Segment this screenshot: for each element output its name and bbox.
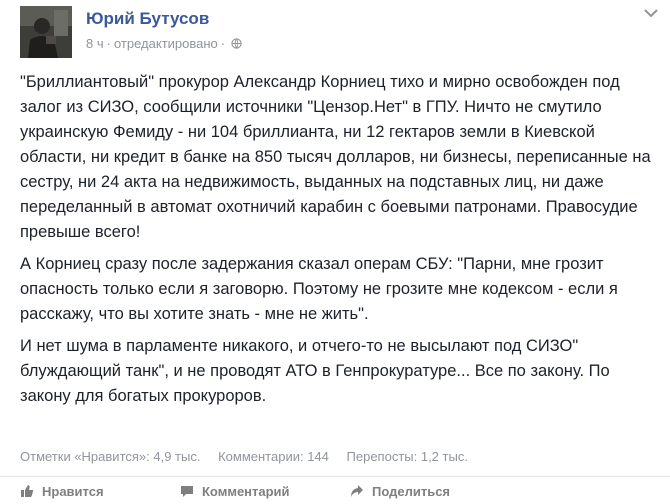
comments-count-link[interactable]: Комментарии: 144: [218, 449, 329, 464]
comment-button-label: Комментарий: [202, 484, 290, 499]
post-header: Юрий Бутусов 8 ч · отредактировано ·: [20, 6, 660, 58]
avatar-photo-icon: [20, 6, 72, 58]
post-actions: Нравится Комментарий Поделиться: [20, 484, 660, 504]
shares-count-link[interactable]: Перепосты: 1,2 тыс.: [347, 449, 468, 464]
comment-button[interactable]: Комментарий: [180, 484, 290, 499]
post-paragraph-1: "Бриллиантовый" прокурор Александр Корни…: [20, 73, 651, 241]
meta-separator: ·: [106, 36, 111, 51]
post-body: "Бриллиантовый" прокурор Александр Корни…: [20, 70, 660, 416]
actions-divider: [0, 476, 670, 477]
thumbs-up-icon: [21, 485, 34, 497]
like-button[interactable]: Нравится: [20, 484, 104, 499]
globe-icon[interactable]: [231, 38, 242, 49]
like-button-label: Нравится: [42, 484, 104, 499]
post-stats: Отметки «Нравится»: 4,9 тыс. Комментарии…: [20, 449, 660, 464]
post-paragraph-2: А Корниец сразу после задержания сказал …: [20, 255, 618, 323]
share-button-label: Поделиться: [372, 484, 451, 499]
speech-bubble-icon: [181, 486, 193, 497]
post-meta: 8 ч · отредактировано ·: [86, 36, 242, 51]
likes-count-link[interactable]: Отметки «Нравится»: 4,9 тыс.: [20, 449, 200, 464]
chevron-down-icon[interactable]: [644, 8, 658, 18]
facebook-post: Юрий Бутусов 8 ч · отредактировано · "Брилл…: [0, 0, 670, 502]
meta-separator: ·: [220, 36, 226, 51]
post-paragraph-3: И нет шума в парламенте никакого, и отче…: [20, 337, 610, 405]
author-name-link[interactable]: Юрий Бутусов: [86, 9, 209, 29]
share-button[interactable]: Поделиться: [350, 484, 450, 499]
edited-label[interactable]: отредактировано: [114, 36, 218, 51]
post-timestamp[interactable]: 8 ч: [86, 36, 104, 51]
avatar[interactable]: [20, 6, 72, 58]
share-arrow-icon: [351, 485, 363, 497]
